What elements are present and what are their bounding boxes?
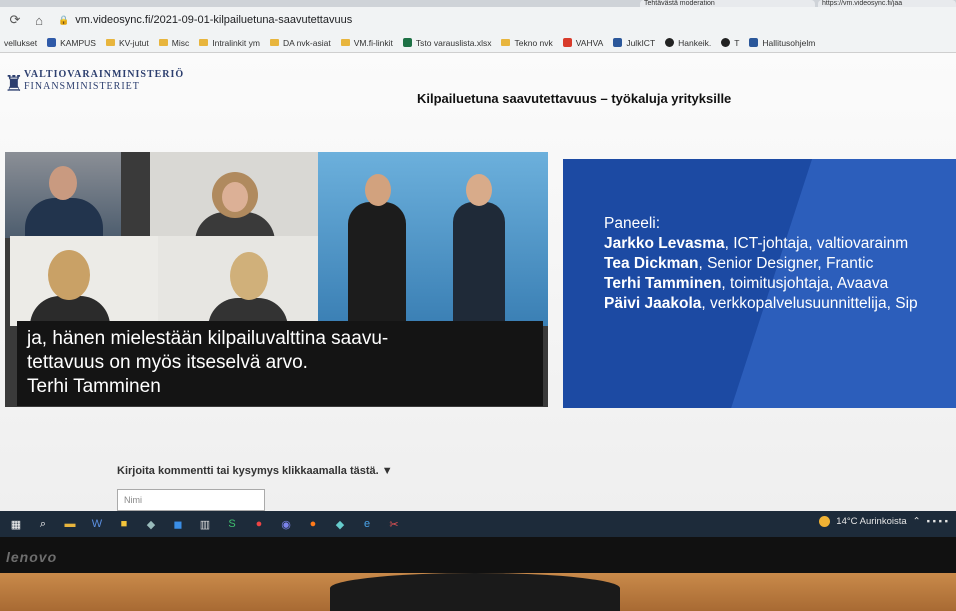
address-bar: ⟳ ⌂ 🔒 vm.videosync.fi/2021-09-01-kilpail… (0, 7, 956, 33)
t-icon (721, 38, 731, 47)
participant-tile (10, 236, 158, 326)
vahva-icon (562, 38, 572, 47)
monitor-bezel: lenovo (0, 537, 956, 573)
logo-line-sv: FINANSMINISTERIET (24, 81, 140, 92)
panelist-row: Tea Dickman, Senior Designer, Frantic (604, 255, 874, 272)
app-icon[interactable]: ◆ (329, 514, 351, 534)
edge-icon[interactable]: e (356, 514, 378, 534)
bookmark-item[interactable]: T (721, 38, 739, 48)
caption-line: tettavuus on myös itseselvä arvo. (27, 352, 308, 373)
folder-icon (340, 39, 350, 46)
hallitus-icon (749, 38, 759, 47)
word-icon (613, 38, 623, 47)
webpage: ♜ VALTIOVARAINMINISTERIÖ FINANSMINISTERI… (0, 53, 956, 511)
weather-text[interactable]: 14°C Aurinkoista (836, 516, 906, 527)
tray-chevron-icon[interactable]: ⌃ (913, 516, 921, 527)
snipping-icon[interactable]: ✂ (383, 514, 405, 534)
search-icon[interactable]: ⌕ (32, 514, 54, 534)
url-text: vm.videosync.fi/2021-09-01-kilpailuetuna… (75, 14, 353, 26)
sun-weather-icon (819, 516, 831, 527)
presenter-body (453, 202, 505, 326)
presenter-head (466, 174, 492, 206)
participant-tile (150, 152, 318, 238)
participant-tile (158, 236, 318, 326)
monitor-photo: Tehtävästä moderation https://vm.videosy… (0, 0, 956, 611)
bookmark-folder[interactable]: VM.fi-linkit (340, 38, 393, 48)
bookmark-folder[interactable]: DA nvk-asiat (269, 38, 331, 48)
name-input[interactable]: Nimi (117, 489, 265, 511)
reload-icon[interactable]: ⟳ (6, 11, 24, 29)
chrome-icon[interactable]: ● (248, 514, 270, 534)
folder-icon (105, 39, 115, 46)
skype-icon[interactable]: S (221, 514, 243, 534)
bookmark-folder[interactable]: Tekno nvk (501, 38, 553, 48)
folder-icon (269, 39, 279, 46)
bookmark-item[interactable]: VAHVA (562, 38, 603, 48)
word-icon[interactable]: W (86, 514, 108, 534)
calculator-icon[interactable]: ▥ (194, 514, 216, 534)
folder-icon (199, 39, 209, 46)
home-icon[interactable]: ⌂ (30, 11, 48, 29)
panelist-row: Jarkko Levasma, ICT-johtaja, valtiovarai… (604, 235, 909, 252)
tray-icons[interactable]: ▪ ▪ ▪ ▪ (927, 516, 948, 527)
ministry-logo[interactable]: ♜ VALTIOVARAINMINISTERIÖ FINANSMINISTERI… (4, 69, 184, 103)
tab-strip: Tehtävästä moderation https://vm.videosy… (0, 0, 956, 7)
windows-start-icon[interactable]: ▦ (5, 514, 27, 534)
lion-crest-icon: ♜ (4, 71, 24, 96)
panelist-row: Terhi Tamminen, toimitusjohtaja, Avaava (604, 275, 889, 292)
bookmark-item[interactable]: Tsto varauslista.xlsx (402, 38, 491, 48)
bookmark-folder[interactable]: Intralinkit ym (199, 38, 260, 48)
interpreter-tile (318, 152, 548, 326)
monitor-stand (330, 573, 620, 611)
bookmark-item[interactable]: Hallitusohjelm (749, 38, 815, 48)
participant-head (230, 252, 268, 300)
bookmark-folder[interactable]: Misc (158, 38, 189, 48)
tab-moderation[interactable]: Tehtävästä moderation (640, 0, 815, 7)
teams-icon[interactable]: ◉ (275, 514, 297, 534)
firefox-icon[interactable]: ● (302, 514, 324, 534)
participant-body (25, 198, 103, 238)
bookmark-item[interactable]: vellukset (4, 38, 37, 48)
participant-tile (5, 152, 121, 238)
taskbar: ▦ ⌕ ▬ W ■ ◆ ◼ ▥ S ● ◉ ● ◆ e ✂ 14°C Aurin… (0, 511, 956, 537)
kampus-icon (47, 38, 57, 47)
bookmarks-bar: vellukset KAMPUS KV-jutut Misc Intralink… (0, 33, 956, 53)
slide-heading: Paneeli: (604, 215, 661, 232)
caption-line: ja, hänen mielestään kilpailuvalttina sa… (27, 328, 389, 349)
file-explorer-icon[interactable]: ▬ (59, 514, 81, 534)
hankeik-icon (665, 38, 675, 47)
folder-icon (158, 39, 168, 46)
app-icon[interactable]: ◆ (140, 514, 162, 534)
system-tray: 14°C Aurinkoista ⌃ ▪ ▪ ▪ ▪ (819, 516, 948, 527)
folder-icon (501, 39, 511, 46)
bookmark-item[interactable]: JulkICT (613, 38, 655, 48)
logo-line-fi: VALTIOVARAINMINISTERIÖ (24, 69, 185, 80)
bookmark-item[interactable]: Hankeik. (665, 38, 711, 48)
caption-speaker: Terhi Tamminen (27, 376, 161, 397)
video-caption: ja, hänen mielestään kilpailuvalttina sa… (17, 321, 543, 406)
tab-videosync[interactable]: https://vm.videosync.fi/jaa (818, 0, 956, 7)
bookmark-item[interactable]: KAMPUS (47, 38, 96, 48)
participant-head (48, 250, 90, 300)
lock-icon: 🔒 (58, 14, 70, 25)
interpreter-body (348, 202, 406, 326)
monitor-brand: lenovo (6, 549, 58, 565)
page-title: Kilpailuetuna saavutettavuus – työkaluja… (417, 91, 732, 106)
bookmark-folder[interactable]: KV-jutut (105, 38, 149, 48)
interpreter-head (365, 174, 391, 206)
sticky-notes-icon[interactable]: ■ (113, 514, 135, 534)
panel-slide: Paneeli: Jarkko Levasma, ICT-johtaja, va… (563, 159, 956, 408)
excel-icon (402, 38, 412, 47)
participant-head (49, 166, 77, 200)
participant-face (222, 182, 248, 212)
comment-toggle[interactable]: Kirjoita kommentti tai kysymys klikkaama… (117, 465, 393, 477)
panelist-row: Päivi Jaakola, verkkopalvelusuunnittelij… (604, 295, 918, 312)
url-field[interactable]: 🔒 vm.videosync.fi/2021-09-01-kilpailuetu… (58, 14, 352, 26)
outlook-icon[interactable]: ◼ (167, 514, 189, 534)
